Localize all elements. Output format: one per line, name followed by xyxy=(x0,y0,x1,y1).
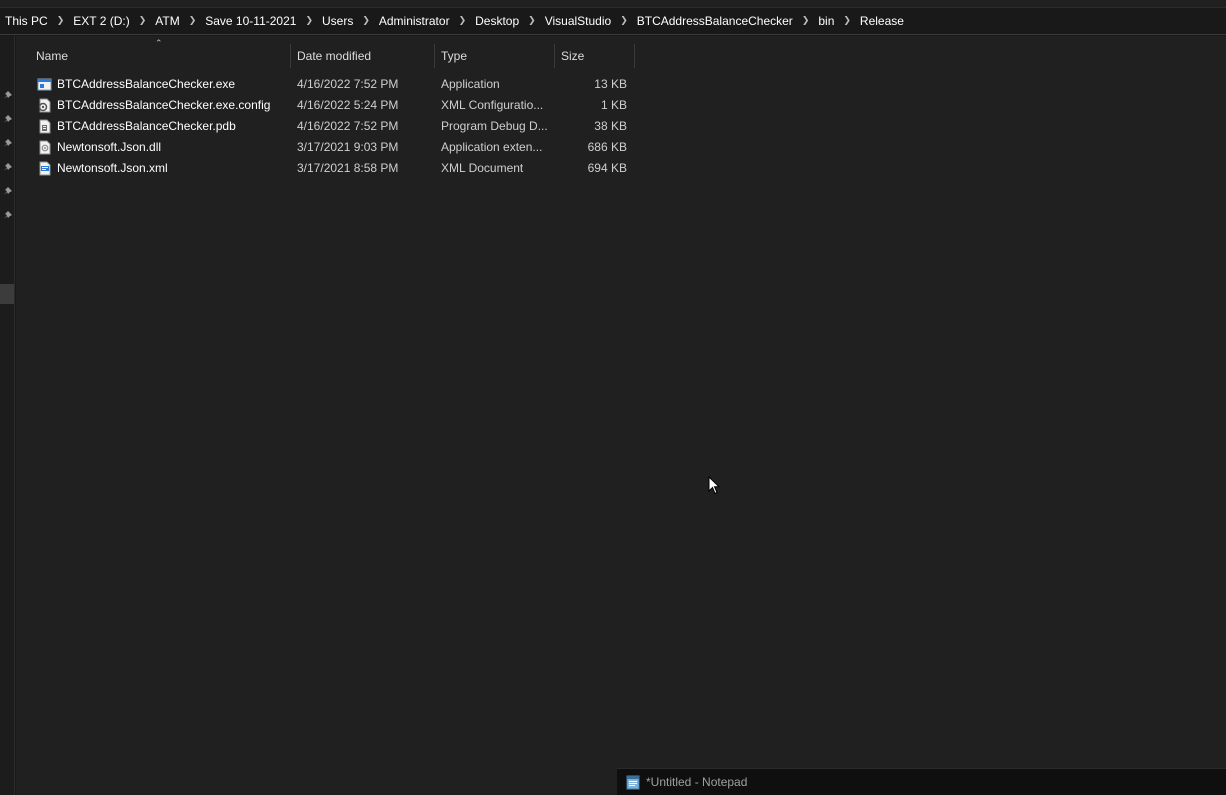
column-divider[interactable] xyxy=(634,44,635,68)
column-header-type[interactable]: Type xyxy=(435,44,554,68)
column-header-size[interactable]: Size xyxy=(555,44,634,68)
chevron-right-icon[interactable]: ❯ xyxy=(362,15,370,26)
pin-icon[interactable] xyxy=(2,210,13,221)
pin-icon[interactable] xyxy=(2,90,13,101)
breadcrumb-atm[interactable]: ATM xyxy=(155,14,179,28)
debug-file-icon xyxy=(39,119,51,134)
notepad-taskbar-preview[interactable]: *Untitled - Notepad xyxy=(617,768,1226,795)
file-date: 3/17/2021 8:58 PM xyxy=(297,161,399,175)
pin-icon[interactable] xyxy=(2,186,13,197)
address-bar[interactable]: This PC ❯ EXT 2 (D:) ❯ ATM ❯ Save 10-11-… xyxy=(0,7,1226,35)
breadcrumb-visualstudio[interactable]: VisualStudio xyxy=(545,14,612,28)
file-date: 4/16/2022 5:24 PM xyxy=(297,98,399,112)
dll-file-icon xyxy=(39,140,51,155)
notepad-window-title: *Untitled - Notepad xyxy=(646,775,748,789)
breadcrumb-desktop[interactable]: Desktop xyxy=(475,14,519,28)
navigation-pane xyxy=(0,36,15,795)
file-row[interactable]: Newtonsoft.Json.xml 3/17/2021 8:58 PM XM… xyxy=(16,158,636,179)
column-header-name[interactable]: Name xyxy=(30,44,290,68)
file-row[interactable]: BTCAddressBalanceChecker.pdb 4/16/2022 7… xyxy=(16,116,636,137)
breadcrumb-bin[interactable]: bin xyxy=(818,14,834,28)
file-row[interactable]: BTCAddressBalanceChecker.exe 4/16/2022 7… xyxy=(16,74,636,95)
file-name: Newtonsoft.Json.xml xyxy=(57,161,168,175)
file-name: Newtonsoft.Json.dll xyxy=(57,140,162,154)
file-date: 4/16/2022 7:52 PM xyxy=(297,77,399,91)
file-size: 694 KB xyxy=(587,161,627,175)
file-rows: BTCAddressBalanceChecker.exe 4/16/2022 7… xyxy=(16,74,636,179)
chevron-right-icon[interactable]: ❯ xyxy=(459,15,467,26)
breadcrumb-users[interactable]: Users xyxy=(322,14,353,28)
breadcrumb-administrator[interactable]: Administrator xyxy=(379,14,450,28)
breadcrumb-this-pc[interactable]: This PC xyxy=(5,14,48,28)
breadcrumb-save[interactable]: Save 10-11-2021 xyxy=(205,14,296,28)
file-type: Application xyxy=(441,77,500,91)
config-file-icon xyxy=(38,98,51,113)
window-top-strip xyxy=(0,0,1226,7)
file-date: 3/17/2021 9:03 PM xyxy=(297,140,399,154)
file-name: BTCAddressBalanceChecker.pdb xyxy=(57,119,236,133)
pin-icon[interactable] xyxy=(2,114,13,125)
chevron-right-icon[interactable]: ❯ xyxy=(139,15,147,26)
file-date: 4/16/2022 7:52 PM xyxy=(297,119,399,133)
chevron-right-icon[interactable]: ❯ xyxy=(57,15,65,26)
application-icon xyxy=(37,78,52,91)
column-header-row: ⌃ Name Date modified Type Size xyxy=(16,38,636,68)
file-size: 1 KB xyxy=(600,98,627,112)
notepad-icon xyxy=(626,775,640,790)
file-list-view[interactable]: ⌃ Name Date modified Type Size BTCAddres… xyxy=(16,36,1226,795)
chevron-right-icon[interactable]: ❯ xyxy=(305,15,313,26)
breadcrumb-release[interactable]: Release xyxy=(860,14,904,28)
file-type: Application exten... xyxy=(441,140,543,154)
chevron-right-icon[interactable]: ❯ xyxy=(620,15,628,26)
file-size: 686 KB xyxy=(587,140,627,154)
pin-icon[interactable] xyxy=(2,138,13,149)
file-row[interactable]: BTCAddressBalanceChecker.exe.config 4/16… xyxy=(16,95,636,116)
breadcrumb-btcaddressbalancechecker[interactable]: BTCAddressBalanceChecker xyxy=(637,14,793,28)
chevron-right-icon[interactable]: ❯ xyxy=(843,15,851,26)
nav-selected-item[interactable] xyxy=(0,284,14,304)
file-type: Program Debug D... xyxy=(441,119,548,133)
file-row[interactable]: Newtonsoft.Json.dll 3/17/2021 9:03 PM Ap… xyxy=(16,137,636,158)
xml-file-icon xyxy=(39,161,51,176)
chevron-right-icon[interactable]: ❯ xyxy=(189,15,197,26)
file-size: 38 KB xyxy=(594,119,627,133)
chevron-right-icon[interactable]: ❯ xyxy=(528,15,536,26)
file-type: XML Configuratio... xyxy=(441,98,544,112)
column-header-date[interactable]: Date modified xyxy=(291,44,434,68)
breadcrumb-ext2[interactable]: EXT 2 (D:) xyxy=(73,14,129,28)
file-name: BTCAddressBalanceChecker.exe xyxy=(57,77,236,91)
mouse-cursor-icon xyxy=(708,476,720,495)
chevron-right-icon[interactable]: ❯ xyxy=(802,15,810,26)
file-type: XML Document xyxy=(441,161,524,175)
file-name: BTCAddressBalanceChecker.exe.config xyxy=(57,98,271,112)
file-size: 13 KB xyxy=(594,77,627,91)
pin-icon[interactable] xyxy=(2,162,13,173)
